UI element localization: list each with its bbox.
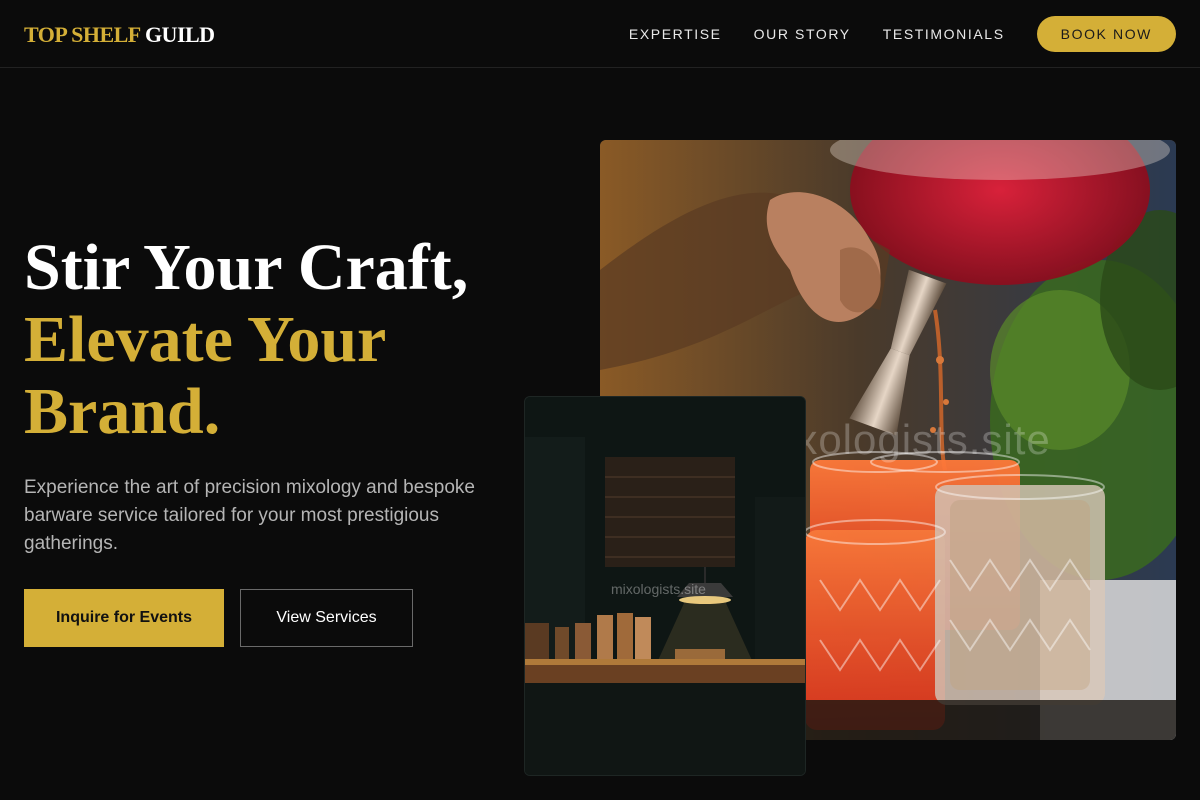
hero-headline: Stir Your Craft, Elevate Your Brand.	[24, 232, 468, 448]
inset-image-watermark: mixologists.site	[611, 581, 706, 597]
nav-link-testimonials[interactable]: TESTIMONIALS	[883, 26, 1005, 42]
nav-link-expertise[interactable]: EXPERTISE	[629, 26, 722, 42]
top-navbar: TOP SHELF GUILD EXPERTISE OUR STORY TEST…	[0, 0, 1200, 68]
headline-line-2: Elevate Your	[24, 303, 387, 376]
book-now-button[interactable]: BOOK NOW	[1036, 16, 1176, 52]
headline-line-1: Stir Your Craft,	[24, 231, 469, 304]
hero-inset-image: mixologists.site	[524, 396, 806, 776]
inquire-events-button[interactable]: Inquire for Events	[24, 589, 224, 647]
nav-link-our-story[interactable]: OUR STORY	[754, 26, 851, 42]
hero-subtext: Experience the art of precision mixology…	[24, 477, 475, 554]
headline-line-3: Brand.	[24, 375, 221, 448]
view-services-button[interactable]: View Services	[240, 589, 413, 647]
nav-links: EXPERTISE OUR STORY TESTIMONIALS BOOK NO…	[629, 16, 1176, 52]
brand-logo[interactable]: TOP SHELF GUILD	[24, 22, 215, 48]
brand-name-gold: TOP SHELF	[24, 22, 140, 47]
brand-name-white: GUILD	[144, 22, 215, 47]
